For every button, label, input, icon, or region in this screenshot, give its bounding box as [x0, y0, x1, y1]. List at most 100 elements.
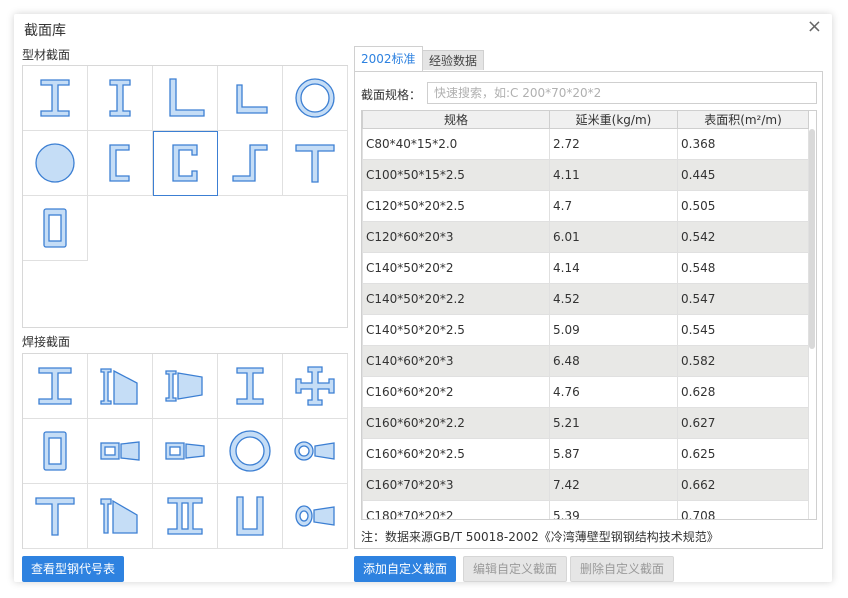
cell-weight: 4.76 — [549, 376, 678, 408]
welded-section-label: 焊接截面 — [22, 335, 71, 349]
welded-box-tapered-icon[interactable] — [88, 419, 153, 484]
channel-icon[interactable] — [88, 131, 153, 196]
table-row[interactable]: C160*60*20*2 4.76 0.628 — [362, 376, 809, 408]
cell-area: 0.548 — [677, 252, 809, 284]
cell-spec: C160*60*20*2.5 — [362, 438, 550, 470]
cell-area: 0.545 — [677, 314, 809, 346]
cell-weight: 2.72 — [549, 128, 678, 160]
dialog-title: 截面库 — [24, 23, 66, 39]
close-icon[interactable]: × — [807, 18, 822, 36]
cell-weight: 5.09 — [549, 314, 678, 346]
add-custom-section-button[interactable]: 添加自定义截面 — [354, 556, 457, 582]
welded-double-channel-icon[interactable] — [153, 484, 218, 549]
cell-spec: C160*60*20*2.2 — [362, 407, 550, 439]
table-row[interactable]: C180*70*20*2 5.39 0.708 — [362, 500, 809, 519]
cell-weight: 5.21 — [549, 407, 678, 439]
table-row[interactable]: C120*50*20*2.5 4.7 0.505 — [362, 190, 809, 222]
welded-tapered-i-icon[interactable] — [88, 354, 153, 419]
cell-area: 0.542 — [677, 221, 809, 253]
profile-section-grid — [22, 65, 348, 328]
edit-custom-section-button[interactable]: 编辑自定义截面 — [463, 556, 568, 582]
welded-section-grid — [22, 353, 348, 549]
delete-custom-section-button[interactable]: 删除自定义截面 — [570, 556, 675, 582]
table-row[interactable]: C140*50*20*2.5 5.09 0.545 — [362, 314, 809, 346]
table-row[interactable]: C160*60*20*2.2 5.21 0.627 — [362, 407, 809, 439]
table-row[interactable]: C160*60*20*2.5 5.87 0.625 — [362, 438, 809, 470]
h-beam-icon[interactable] — [88, 66, 153, 131]
col-header-spec[interactable]: 规格 — [362, 111, 550, 129]
section-library-dialog: 截面库 × 型材截面 焊接截面 查看型钢代号表 2002标准 经验数据 截面规格… — [14, 14, 832, 582]
table-row[interactable]: C80*40*15*2.0 2.72 0.368 — [362, 128, 809, 160]
data-source-note: 注：数据来源GB/T 50018-2002《冷湾薄壁型钢钢结构技术规范》 — [361, 530, 719, 544]
cell-area: 0.627 — [677, 407, 809, 439]
cell-weight: 4.7 — [549, 190, 678, 222]
cell-spec: C140*50*20*2.5 — [362, 314, 550, 346]
cell-spec: C140*50*20*2 — [362, 252, 550, 284]
cell-weight: 4.11 — [549, 159, 678, 191]
cell-spec: C140*60*20*3 — [362, 345, 550, 377]
cell-weight: 6.01 — [549, 221, 678, 253]
cell-area: 0.445 — [677, 159, 809, 191]
welded-tapered-i-side-icon[interactable] — [153, 354, 218, 419]
cell-weight: 5.87 — [549, 438, 678, 470]
cell-area: 0.368 — [677, 128, 809, 160]
cell-spec: C160*60*20*2 — [362, 376, 550, 408]
tee-icon[interactable] — [283, 131, 348, 196]
cell-weight: 4.14 — [549, 252, 678, 284]
welded-cross-icon[interactable] — [283, 354, 348, 419]
pipe-icon[interactable] — [283, 66, 348, 131]
cell-weight: 4.52 — [549, 283, 678, 315]
cell-spec: C140*50*20*2.2 — [362, 283, 550, 315]
section-table-panel: 截面规格： 规格 延米重(kg/m) 表面积(m²/m) C80*40*15*2… — [354, 71, 823, 549]
cell-spec: C120*50*20*2.5 — [362, 190, 550, 222]
equal-angle-icon[interactable] — [218, 66, 283, 131]
cell-area: 0.708 — [677, 500, 809, 519]
tab-experience-data[interactable]: 经验数据 — [422, 50, 485, 70]
table-row[interactable]: C160*70*20*3 7.42 0.662 — [362, 469, 809, 501]
rect-tube-icon[interactable] — [23, 196, 88, 261]
welded-box-tapered-2-icon[interactable] — [153, 419, 218, 484]
welded-tee-icon[interactable] — [23, 484, 88, 549]
welded-tee-tapered-icon[interactable] — [88, 484, 153, 549]
cell-weight: 6.48 — [549, 345, 678, 377]
cell-weight: 7.42 — [549, 469, 678, 501]
cell-area: 0.582 — [677, 345, 809, 377]
c-channel-icon[interactable] — [153, 131, 218, 196]
welded-pipe-icon[interactable] — [218, 419, 283, 484]
cell-spec: C100*50*15*2.5 — [362, 159, 550, 191]
table-row[interactable]: C140*50*20*2.2 4.52 0.547 — [362, 283, 809, 315]
cell-area: 0.505 — [677, 190, 809, 222]
col-header-area[interactable]: 表面积(m²/m) — [677, 111, 809, 129]
view-steel-codes-button[interactable]: 查看型钢代号表 — [22, 556, 125, 582]
i-beam-icon[interactable] — [23, 66, 88, 131]
cell-area: 0.547 — [677, 283, 809, 315]
col-header-weight[interactable]: 延米重(kg/m) — [549, 111, 678, 129]
table-row[interactable]: C100*50*15*2.5 4.11 0.445 — [362, 159, 809, 191]
cell-spec: C160*70*20*3 — [362, 469, 550, 501]
table-scrollbar[interactable] — [809, 129, 815, 349]
welded-h-icon[interactable] — [218, 354, 283, 419]
cell-spec: C120*60*20*3 — [362, 221, 550, 253]
cell-area: 0.625 — [677, 438, 809, 470]
table-row[interactable]: C120*60*20*3 6.01 0.542 — [362, 221, 809, 253]
welded-u-icon[interactable] — [218, 484, 283, 549]
angle-icon[interactable] — [153, 66, 218, 131]
cell-spec: C80*40*15*2.0 — [362, 128, 550, 160]
round-bar-icon[interactable] — [23, 131, 88, 196]
welded-box-icon[interactable] — [23, 419, 88, 484]
welded-pipe-tapered-icon[interactable] — [283, 419, 348, 484]
cell-spec: C180*70*20*2 — [362, 500, 550, 519]
z-section-icon[interactable] — [218, 131, 283, 196]
cell-area: 0.662 — [677, 469, 809, 501]
cell-area: 0.628 — [677, 376, 809, 408]
table-row[interactable]: C140*50*20*2 4.14 0.548 — [362, 252, 809, 284]
profile-section-label: 型材截面 — [22, 48, 71, 62]
cell-weight: 5.39 — [549, 500, 678, 519]
tab-2002-standard[interactable]: 2002标准 — [354, 46, 423, 72]
section-table: 规格 延米重(kg/m) 表面积(m²/m) C80*40*15*2.0 2.72… — [361, 110, 817, 520]
spec-label: 截面规格： — [361, 88, 422, 102]
search-input[interactable] — [427, 82, 817, 104]
table-row[interactable]: C140*60*20*3 6.48 0.582 — [362, 345, 809, 377]
welded-i-icon[interactable] — [23, 354, 88, 419]
welded-pipe-tapered-2-icon[interactable] — [283, 484, 348, 549]
